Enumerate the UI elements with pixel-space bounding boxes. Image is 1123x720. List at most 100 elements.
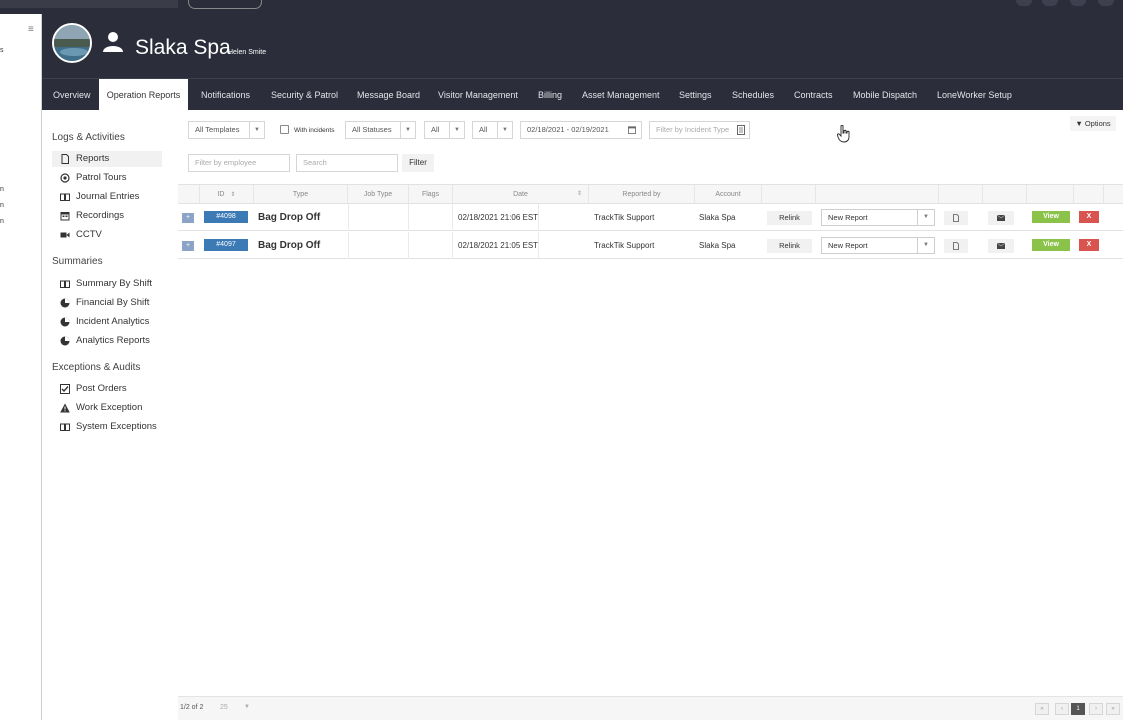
with-incidents-checkbox[interactable]: [280, 125, 289, 134]
top-bar-icon-4[interactable]: [1098, 0, 1114, 6]
site-avatar[interactable]: [52, 23, 92, 63]
tab-contracts[interactable]: Contracts: [794, 79, 833, 111]
delete-button[interactable]: X: [1079, 239, 1099, 251]
column-header-account: Account: [695, 185, 762, 204]
report-select[interactable]: New Report ▼: [821, 237, 935, 254]
sidebar-item-recordings[interactable]: Recordings: [52, 208, 162, 224]
tab-billing[interactable]: Billing: [538, 79, 562, 111]
tab-mobile-dispatch[interactable]: Mobile Dispatch: [853, 79, 917, 111]
pdf-button[interactable]: [944, 239, 968, 253]
first-page-button[interactable]: «: [1035, 703, 1049, 715]
top-bar-icon-3[interactable]: [1070, 0, 1086, 6]
chevron-down-icon: ▼: [497, 122, 512, 138]
sidebar-item-summary-by-shift[interactable]: Summary By Shift: [52, 276, 162, 292]
sidebar-item-system-exceptions[interactable]: System Exceptions: [52, 419, 162, 435]
sidebar-item-cctv[interactable]: CCTV: [52, 227, 162, 243]
warning-icon: [60, 403, 70, 413]
page-info: 1/2 of 2: [180, 704, 204, 711]
employee-filter-input[interactable]: Filter by employee: [188, 154, 290, 172]
column-header-doc: [939, 185, 983, 204]
view-button[interactable]: View: [1032, 239, 1070, 251]
pdf-button[interactable]: [944, 211, 968, 225]
relink-button[interactable]: Relink: [767, 211, 812, 225]
left-collapsed-panel: ≡ s n n n: [0, 14, 42, 720]
incident-type-filter[interactable]: Filter by Incident Type: [649, 121, 750, 139]
filter-select-all-1[interactable]: All ▼: [424, 121, 465, 139]
report-flags: [409, 204, 453, 231]
sidebar-item-label: System Exceptions: [76, 421, 157, 432]
next-page-button[interactable]: ›: [1089, 703, 1103, 715]
last-page-button[interactable]: »: [1106, 703, 1120, 715]
sidebar-item-work-exception[interactable]: Work Exception: [52, 400, 162, 416]
report-id-badge[interactable]: #4098: [204, 211, 248, 223]
per-page-select[interactable]: 25: [220, 704, 228, 711]
sidebar-item-analytics-reports[interactable]: Analytics Reports: [52, 333, 162, 349]
employee-filter-placeholder: Filter by employee: [195, 158, 257, 167]
sidebar-item-patrol-tours[interactable]: Patrol Tours: [52, 170, 162, 186]
sidebar-item-reports[interactable]: Reports: [52, 151, 162, 167]
tab-schedules[interactable]: Schedules: [732, 79, 774, 111]
tab-notifications[interactable]: Notifications: [201, 79, 250, 111]
tab-loneworker-setup[interactable]: LoneWorker Setup: [937, 79, 1012, 111]
options-button[interactable]: ▼ Options: [1070, 116, 1116, 131]
report-select[interactable]: New Report ▼: [821, 209, 935, 226]
tab-overview[interactable]: Overview: [53, 79, 91, 111]
column-header-delete: [1074, 185, 1104, 204]
report-job-type: [348, 204, 409, 231]
section-logs-activities: Logs & Activities: [52, 132, 125, 143]
filter-select-all-2[interactable]: All ▼: [472, 121, 513, 139]
search-input[interactable]: Search: [296, 154, 398, 172]
tab-settings[interactable]: Settings: [679, 79, 712, 111]
sidebar-item-journal-entries[interactable]: Journal Entries: [52, 189, 162, 205]
prev-page-button[interactable]: ‹: [1055, 703, 1069, 715]
page-number-current[interactable]: 1: [1071, 703, 1085, 715]
date-range-input[interactable]: 02/18/2021 - 02/19/2021: [520, 121, 642, 139]
reports-sidebar: Logs & Activities Reports Patrol Tours J…: [42, 110, 178, 720]
table-row: + #4098 Bag Drop Off 02/18/2021 21:06 ES…: [178, 204, 1123, 231]
column-header-date[interactable]: Date ⇕: [453, 185, 589, 204]
main-nav: Overview Operation Reports Notifications…: [42, 78, 1123, 111]
column-header-flags: Flags: [409, 185, 453, 204]
filter-button[interactable]: Filter: [402, 154, 434, 172]
sidebar-item-post-orders[interactable]: Post Orders: [52, 381, 162, 397]
report-id-badge[interactable]: #4097: [204, 239, 248, 251]
sidebar-item-label: Summary By Shift: [76, 278, 153, 289]
reports-table-header: ID ⇕ Type Job Type Flags Date ⇕ Reported b…: [178, 184, 1123, 204]
top-bar-icon-1[interactable]: [1016, 0, 1032, 6]
sidebar-item-label: Patrol Tours: [76, 172, 127, 183]
template-select[interactable]: All Templates ▼: [188, 121, 265, 139]
expand-row-button[interactable]: +: [182, 213, 194, 223]
report-job-type: [348, 232, 409, 259]
hamburger-menu-icon[interactable]: ≡: [28, 24, 34, 35]
report-account: Slaka Spa: [699, 213, 736, 222]
top-bar-icon-2[interactable]: [1042, 0, 1058, 6]
sidebar-item-financial-by-shift[interactable]: Financial By Shift: [52, 295, 162, 311]
email-button[interactable]: [988, 211, 1014, 225]
column-header-mail: [983, 185, 1027, 204]
relink-button[interactable]: Relink: [767, 239, 812, 253]
tab-message-board[interactable]: Message Board: [357, 79, 420, 111]
search-placeholder: Search: [303, 158, 327, 167]
top-bar-pill-button[interactable]: [188, 0, 262, 9]
expand-row-button[interactable]: +: [182, 241, 194, 251]
sidebar-item-incident-analytics[interactable]: Incident Analytics: [52, 314, 162, 330]
tab-security-patrol[interactable]: Security & Patrol: [271, 79, 338, 111]
column-header-report: [816, 185, 939, 204]
column-header-id[interactable]: ID ⇕: [200, 185, 254, 204]
tab-asset-management[interactable]: Asset Management: [582, 79, 660, 111]
status-select[interactable]: All Statuses ▼: [345, 121, 416, 139]
delete-button[interactable]: X: [1079, 211, 1099, 223]
document-icon: [953, 242, 959, 250]
tab-visitor-management[interactable]: Visitor Management: [438, 79, 518, 111]
sidebar-item-label: Work Exception: [76, 402, 143, 413]
calendar-icon: [60, 212, 70, 221]
report-select-value: New Report: [828, 213, 868, 222]
sidebar-item-label: CCTV: [76, 229, 102, 240]
view-button[interactable]: View: [1032, 211, 1070, 223]
report-date: 02/18/2021 21:06 EST: [458, 204, 540, 231]
email-button[interactable]: [988, 239, 1014, 253]
column-header-view: [1027, 185, 1074, 204]
chevron-down-icon: ▼: [244, 704, 250, 710]
table-row: + #4097 Bag Drop Off 02/18/2021 21:05 ES…: [178, 232, 1123, 259]
tab-operation-reports[interactable]: Operation Reports: [99, 79, 188, 111]
